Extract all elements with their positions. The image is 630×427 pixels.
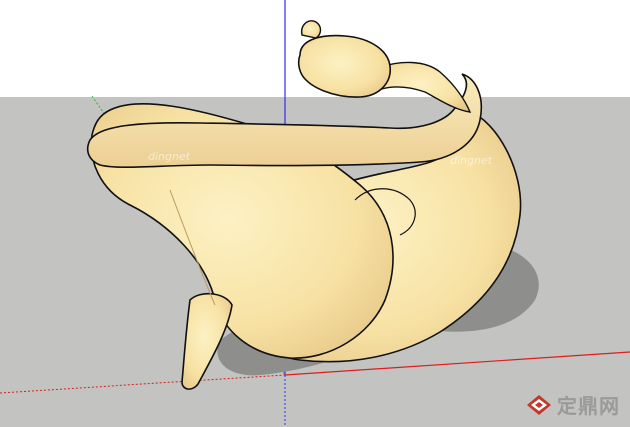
scene-canvas[interactable]: dingnet dingnet <box>0 0 630 427</box>
ghost-watermark-left: dingnet <box>148 150 191 163</box>
watermark-text: 定鼎网 <box>557 394 620 418</box>
diamond-logo-icon <box>527 394 551 415</box>
sculpture-hair-bun <box>301 20 322 39</box>
ghost-watermark-right: dingnet <box>450 154 493 167</box>
3d-viewport[interactable]: dingnet dingnet 定鼎网 <box>0 0 630 427</box>
site-watermark: 定鼎网 <box>525 390 620 419</box>
